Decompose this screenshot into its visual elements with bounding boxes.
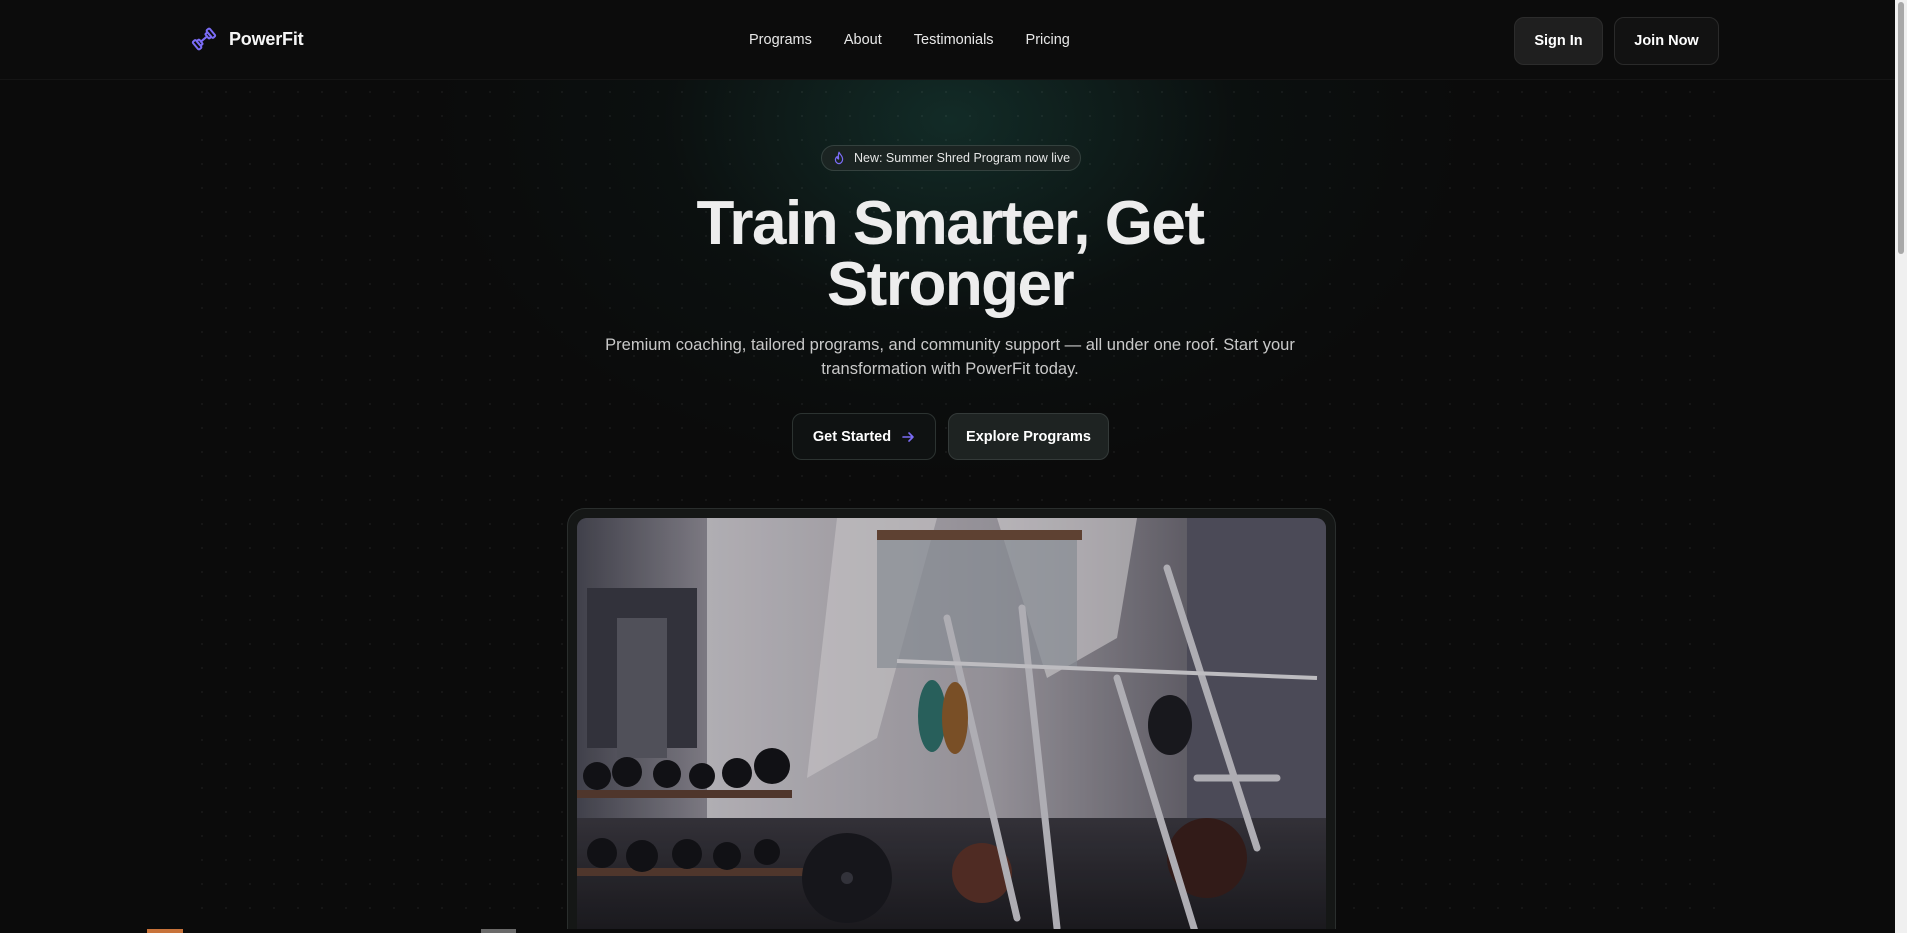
explore-programs-button[interactable]: Explore Programs bbox=[948, 413, 1109, 460]
dumbbell-icon bbox=[191, 27, 217, 51]
brand[interactable]: PowerFit bbox=[191, 26, 304, 52]
headline-line-1: Train Smarter, Get bbox=[696, 189, 1205, 258]
announcement-badge[interactable]: New: Summer Shred Program now live bbox=[821, 145, 1081, 171]
hero-headline: Train Smarter, Get Stronger bbox=[560, 193, 1340, 316]
gym-photo bbox=[577, 518, 1326, 933]
nav-link-programs[interactable]: Programs bbox=[749, 32, 812, 48]
arrow-right-icon bbox=[902, 431, 914, 442]
get-started-label: Get Started bbox=[812, 428, 892, 445]
hero-subtitle: Premium coaching, tailored programs, and… bbox=[605, 336, 1295, 378]
cta-row: Get Started Explore Programs bbox=[792, 413, 1109, 460]
bottom-accent-bar bbox=[147, 929, 183, 933]
nav-links: Programs About Testimonials Pricing bbox=[749, 32, 1070, 48]
get-started-button[interactable]: Get Started bbox=[792, 413, 936, 460]
scrollbar-thumb[interactable] bbox=[1898, 2, 1904, 254]
bottom-accent-bar-secondary bbox=[481, 929, 516, 933]
vertical-scrollbar[interactable] bbox=[1895, 0, 1907, 933]
hero-image-frame bbox=[567, 508, 1336, 933]
join-now-button[interactable]: Join Now bbox=[1614, 17, 1719, 65]
top-nav: PowerFit Programs About Testimonials Pri… bbox=[0, 0, 1895, 80]
brand-name: PowerFit bbox=[229, 28, 304, 49]
nav-link-about[interactable]: About bbox=[844, 32, 882, 48]
gym-photo-illustration bbox=[577, 518, 1326, 933]
nav-link-testimonials[interactable]: Testimonials bbox=[914, 32, 994, 48]
announcement-text: New: Summer Shred Program now live bbox=[853, 151, 1071, 165]
flame-icon bbox=[834, 151, 844, 165]
nav-link-pricing[interactable]: Pricing bbox=[1026, 32, 1070, 48]
headline-line-2: Stronger bbox=[826, 250, 1075, 319]
sign-in-button[interactable]: Sign In bbox=[1514, 17, 1603, 65]
page: PowerFit Programs About Testimonials Pri… bbox=[0, 0, 1907, 933]
bottom-edge bbox=[0, 929, 1895, 933]
hero-section: New: Summer Shred Program now live Train… bbox=[0, 80, 1895, 933]
